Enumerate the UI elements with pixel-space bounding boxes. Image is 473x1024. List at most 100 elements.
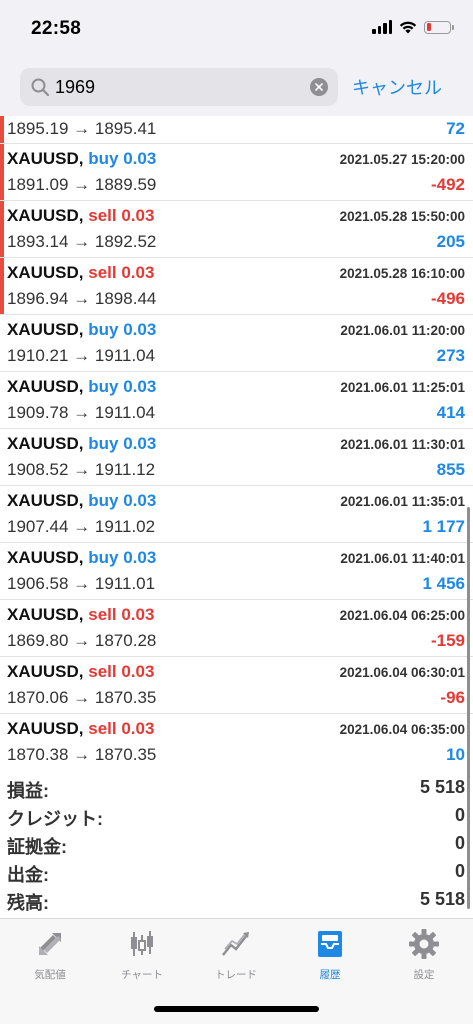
search-icon [31, 78, 50, 97]
table-row[interactable]: 1895.19 → 1895.41 72 [0, 116, 473, 144]
row-marker [0, 201, 4, 257]
trade-side: buy [88, 149, 119, 168]
trade-symbol: XAUUSD, [7, 434, 84, 453]
table-row[interactable]: XAUUSD, buy 0.03 2021.05.27 15:20:00 189… [0, 144, 473, 201]
table-row[interactable]: XAUUSD, buy 0.03 2021.06.01 11:30:01 190… [0, 429, 473, 486]
trade-volume: 0.03 [121, 605, 155, 624]
summary-profit: 損益: 5 518 [7, 777, 465, 805]
table-row[interactable]: XAUUSD, sell 0.03 2021.06.04 06:30:01 18… [0, 657, 473, 714]
trade-profit: -96 [440, 688, 465, 707]
trade-prices: 1870.38 → 1870.35 [7, 745, 157, 764]
trade-datetime: 2021.06.01 11:25:01 [340, 380, 465, 395]
trade-datetime: 2021.05.28 15:50:00 [339, 209, 465, 224]
trade-side: buy [88, 320, 119, 339]
trade-datetime: 2021.06.04 06:30:01 [339, 665, 465, 680]
trade-datetime: 2021.05.28 16:10:00 [339, 266, 465, 281]
trade-symbol: XAUUSD, [7, 149, 84, 168]
tab-settings[interactable]: 設定 [384, 927, 464, 987]
status-bar: 22:58 [0, 0, 473, 58]
summary-credit: クレジット: 0 [7, 805, 465, 833]
trade-volume: 0.03 [123, 491, 157, 510]
tab-history[interactable]: 履歴 [290, 927, 370, 987]
trade-prices: 1906.58 → 1911.01 [7, 574, 156, 593]
trade-volume: 0.03 [121, 662, 155, 681]
chart-icon [131, 931, 153, 956]
trade-datetime: 2021.06.01 11:30:01 [340, 437, 465, 452]
trade-volume: 0.03 [123, 149, 157, 168]
trade-prices: 1869.80 → 1870.28 [7, 631, 157, 650]
tab-chart[interactable]: チャート [102, 927, 182, 987]
trade-datetime: 2021.06.04 06:35:00 [339, 722, 465, 737]
trade-profit: 273 [436, 346, 465, 365]
trade-icon [222, 932, 249, 956]
trade-prices: 1891.09 → 1889.59 [7, 175, 157, 194]
summary-label: 残高: [7, 893, 49, 913]
table-row[interactable]: XAUUSD, buy 0.03 2021.06.01 11:20:00 191… [0, 315, 473, 372]
summary-label: 証拠金: [7, 837, 67, 857]
trade-profit: 72 [446, 119, 465, 138]
table-row[interactable]: XAUUSD, sell 0.03 2021.06.04 06:25:00 18… [0, 600, 473, 657]
battery-icon [424, 20, 454, 34]
search-input[interactable]: 1969 [20, 68, 338, 106]
trade-profit: 855 [436, 460, 465, 479]
row-marker [0, 144, 4, 200]
row-marker [0, 116, 4, 143]
summary-value: 0 [454, 805, 465, 825]
summary-label: クレジット: [7, 809, 103, 829]
table-row[interactable]: XAUUSD, buy 0.03 2021.06.01 11:25:01 190… [0, 372, 473, 429]
trade-volume: 0.03 [123, 548, 157, 567]
trade-side: sell [88, 719, 117, 738]
table-row[interactable]: XAUUSD, buy 0.03 2021.06.01 11:40:01 190… [0, 543, 473, 600]
trade-symbol: XAUUSD, [7, 320, 84, 339]
tab-trade[interactable]: トレード [196, 927, 276, 987]
trade-profit: -159 [430, 631, 465, 650]
table-row[interactable]: XAUUSD, sell 0.03 2021.05.28 15:50:00 18… [0, 201, 473, 258]
summary-deposit: 証拠金: 0 [7, 833, 465, 861]
trade-profit: -492 [430, 175, 465, 194]
trade-profit: 1 456 [422, 574, 465, 593]
trade-prices: 1896.94 → 1898.44 [7, 289, 157, 308]
scrollbar[interactable] [467, 507, 470, 909]
tab-label: 履歴 [319, 969, 341, 981]
trade-symbol: XAUUSD, [7, 605, 84, 624]
cancel-button[interactable]: キャンセル [352, 74, 442, 100]
trade-datetime: 2021.06.01 11:40:01 [340, 551, 465, 566]
table-row[interactable]: XAUUSD, sell 0.03 2021.06.04 06:35:00 18… [0, 714, 473, 766]
trade-prices: 1908.52 → 1911.12 [7, 460, 156, 479]
trade-symbol: XAUUSD, [7, 263, 84, 282]
summary-value: 5 518 [419, 777, 465, 797]
status-icons [372, 20, 454, 34]
summary-value: 0 [454, 833, 465, 853]
trade-symbol: XAUUSD, [7, 662, 84, 681]
trade-datetime: 2021.05.27 15:20:00 [339, 152, 465, 167]
trade-profit: 414 [436, 403, 465, 422]
trade-prices: 1870.06 → 1870.35 [7, 688, 157, 707]
trade-prices: 1910.21 → 1911.04 [7, 346, 156, 365]
table-row[interactable]: XAUUSD, sell 0.03 2021.05.28 16:10:00 18… [0, 258, 473, 315]
tab-label: 設定 [413, 969, 435, 981]
tab-quotes[interactable]: 気配値 [10, 927, 90, 987]
summary-label: 損益: [7, 781, 49, 801]
table-row[interactable]: XAUUSD, buy 0.03 2021.06.01 11:35:01 190… [0, 486, 473, 543]
summary-value: 5 518 [419, 889, 465, 909]
trade-side: sell [88, 263, 117, 282]
status-time: 22:58 [31, 18, 82, 39]
trade-datetime: 2021.06.01 11:20:00 [340, 323, 465, 338]
trade-datetime: 2021.06.04 06:25:00 [339, 608, 465, 623]
trade-side: sell [88, 662, 117, 681]
quotes-icon [39, 933, 61, 955]
trade-symbol: XAUUSD, [7, 491, 84, 510]
trade-list[interactable]: 1895.19 → 1895.41 72 XAUUSD, buy 0.03 20… [0, 116, 473, 766]
home-indicator[interactable] [154, 1006, 319, 1012]
trade-volume: 0.03 [123, 434, 157, 453]
trade-symbol: XAUUSD, [7, 548, 84, 567]
summary-label: 出金: [7, 865, 49, 885]
trade-volume: 0.03 [121, 263, 155, 282]
summary-value: 0 [454, 861, 465, 881]
tab-label: 気配値 [34, 969, 66, 981]
cellular-signal-icon [372, 20, 392, 34]
trade-symbol: XAUUSD, [7, 206, 84, 225]
clear-search-icon[interactable] [310, 78, 328, 96]
trade-volume: 0.03 [123, 377, 157, 396]
tab-label: トレード [215, 969, 257, 981]
